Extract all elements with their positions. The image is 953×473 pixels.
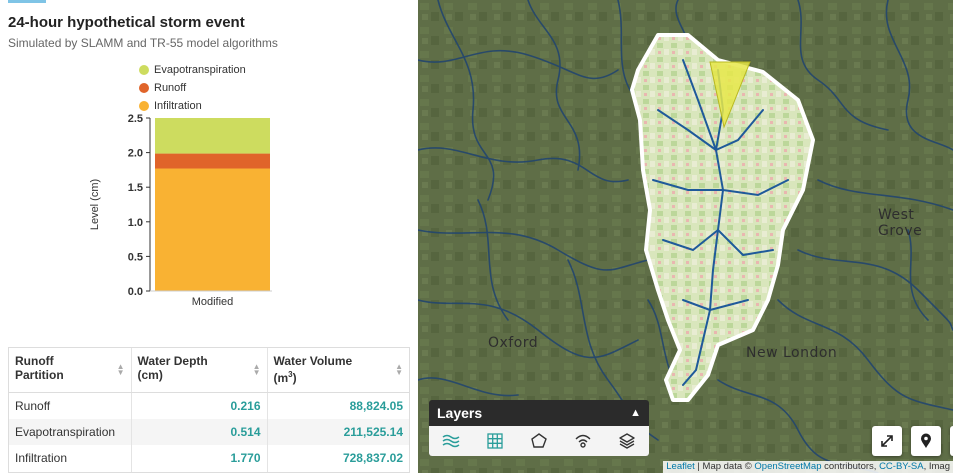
place-label-oxford: Oxford xyxy=(488,335,539,351)
y-tick-label: 2.5 xyxy=(128,113,143,125)
table-row: Runoff 0.216 88,824.05 xyxy=(9,392,409,419)
panel-subtitle: Simulated by SLAMM and TR-55 model algor… xyxy=(8,36,278,50)
header-line: Partition xyxy=(15,368,64,382)
place-label-west-grove: West Grove xyxy=(878,207,923,239)
polygon-icon[interactable] xyxy=(528,430,550,452)
attribution-text: contributors, xyxy=(821,461,880,472)
bar-segment-runoff xyxy=(155,153,270,169)
sort-icon: ▲ ▼ xyxy=(252,362,261,377)
stack-icon[interactable] xyxy=(616,430,638,452)
layers-control: Layers ▲ xyxy=(429,400,649,456)
layers-toolbar xyxy=(429,426,649,456)
chevron-up-icon[interactable]: ▲ xyxy=(630,407,641,419)
column-header-water-volume[interactable]: Water Volume (m3) ▲ ▼ xyxy=(267,348,409,393)
y-tick-label: 1.5 xyxy=(128,182,143,194)
table-row: Evapotranspiration 0.514 211,525.14 xyxy=(9,418,409,445)
tab-indicator xyxy=(8,0,46,3)
y-tick-label: 2.0 xyxy=(128,148,143,160)
attribution-text: | Map data © xyxy=(694,461,755,472)
column-header-partition[interactable]: Runoff Partition ▲ ▼ xyxy=(9,348,132,393)
leaflet-link[interactable]: Leaflet xyxy=(666,461,695,472)
app-root: 24-hour hypothetical storm event Simulat… xyxy=(0,0,953,473)
map-view[interactable]: West Grove Oxford New London Layers ▲ Le… xyxy=(418,0,953,473)
osm-link[interactable]: OpenStreetMap xyxy=(754,461,821,472)
header-line: Water Depth xyxy=(137,354,208,368)
marker-icon xyxy=(921,433,931,448)
cell-partition: Infiltration xyxy=(9,445,132,472)
y-tick-label: 0.5 xyxy=(128,251,143,263)
legend-swatch xyxy=(139,83,149,93)
bar-segment-evapotranspiration xyxy=(155,118,270,154)
cell-depth: 0.514 xyxy=(131,418,268,445)
expand-map-button[interactable] xyxy=(872,426,902,456)
y-axis-label: Level (cm) xyxy=(89,179,101,230)
sort-icon: ▲ ▼ xyxy=(116,362,125,377)
legend-item-runoff[interactable]: Runoff xyxy=(139,79,246,97)
layers-header[interactable]: Layers ▲ xyxy=(429,400,649,426)
expand-icon xyxy=(881,435,893,447)
license-link[interactable]: CC-BY-SA xyxy=(879,461,924,472)
layers-title: Layers xyxy=(437,405,483,421)
grid-icon[interactable] xyxy=(484,430,506,452)
y-tick-label: 1.0 xyxy=(128,217,143,229)
results-panel: 24-hour hypothetical storm event Simulat… xyxy=(0,0,418,473)
place-label-new-london: New London xyxy=(746,345,838,361)
panel-title: 24-hour hypothetical storm event xyxy=(8,14,245,31)
header-line: (m xyxy=(273,371,289,385)
cell-volume: 728,837.02 xyxy=(267,445,409,472)
results-table: Runoff Partition ▲ ▼ Water Depth (cm) ▲ ▼ … xyxy=(8,347,410,473)
chart-legend: Evapotranspiration Runoff Infiltration xyxy=(139,61,246,115)
cell-volume: 211,525.14 xyxy=(267,418,409,445)
map-attribution: Leaflet | Map data © OpenStreetMap contr… xyxy=(663,461,953,473)
column-header-water-depth[interactable]: Water Depth (cm) ▲ ▼ xyxy=(131,348,268,393)
streams-icon[interactable] xyxy=(440,430,462,452)
cell-depth: 0.216 xyxy=(131,392,268,419)
locate-button[interactable] xyxy=(911,426,941,456)
stacked-bar-chart: 0.0 0.5 1.0 1.5 2.0 2.5 Level (cm) Modified xyxy=(89,113,272,308)
x-tick-label: Modified xyxy=(192,296,234,308)
table-row: Infiltration 1.770 728,837.02 xyxy=(9,445,409,472)
bar-segment-infiltration xyxy=(155,168,270,291)
cell-volume: 88,824.05 xyxy=(267,392,409,419)
sort-icon: ▲ ▼ xyxy=(395,362,403,377)
legend-label: Runoff xyxy=(154,82,187,94)
cell-partition: Evapotranspiration xyxy=(9,418,132,445)
cell-partition: Runoff xyxy=(9,392,132,419)
legend-label: Evapotranspiration xyxy=(154,64,246,76)
attribution-text: , Imag xyxy=(923,461,950,472)
header-line: ) xyxy=(292,371,297,385)
header-line: Runoff xyxy=(15,354,54,368)
legend-swatch xyxy=(139,65,149,75)
header-line: Water Volume xyxy=(273,354,353,368)
cell-depth: 1.770 xyxy=(131,445,268,472)
signal-icon[interactable] xyxy=(572,430,594,452)
y-tick-label: 0.0 xyxy=(128,286,143,298)
header-line: (cm) xyxy=(137,368,163,382)
legend-item-evapotranspiration[interactable]: Evapotranspiration xyxy=(139,61,246,79)
